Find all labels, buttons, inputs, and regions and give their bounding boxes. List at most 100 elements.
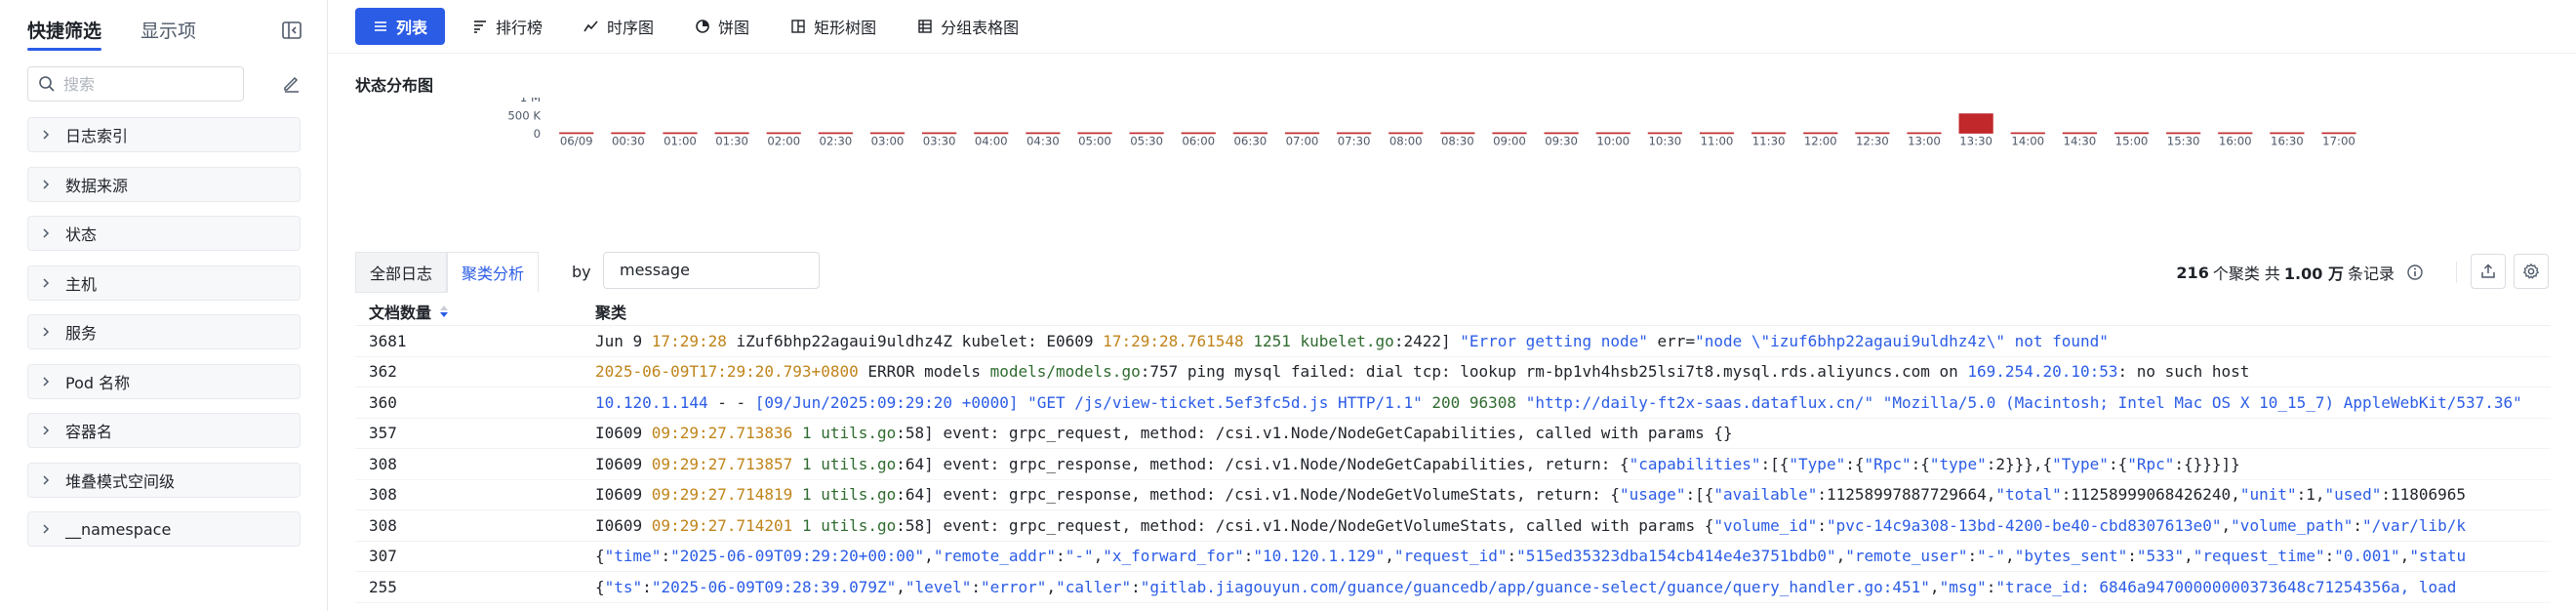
column-doc-count[interactable]: 文档数量: [355, 300, 595, 323]
table-row[interactable]: 360 10.120.1.144 - - [09/Jun/2025:09:29:2…: [355, 387, 2551, 419]
message-segment: [1244, 332, 1254, 350]
cluster-summary: 216 个聚类 共 1.00 万 条记录: [2176, 252, 2424, 293]
status-distribution-chart: 1 M 500 K 0 06/09 00:30 01:00 01:30 02:00 02:30 0…: [328, 98, 2576, 234]
message-segment: ,: [1385, 547, 1394, 566]
edit-icon[interactable]: [281, 72, 302, 94]
record-unit: 条记录: [2347, 265, 2395, 283]
message-segment: :64] event: grpc_response, method: /csi.…: [896, 454, 1630, 473]
filter-item-label: 日志索引: [65, 127, 129, 145]
list-icon: [373, 19, 388, 34]
doc-count-cell: 362: [369, 362, 397, 382]
view-button-ranking[interactable]: 排行榜: [459, 8, 556, 45]
message-segment: "volume_path": [2231, 515, 2354, 535]
message-segment: 1: [801, 454, 812, 473]
view-button-grouped-table[interactable]: 分组表格图: [904, 8, 1032, 45]
x-tick-label: 05:00: [1078, 135, 1111, 148]
filter-item[interactable]: 服务: [27, 314, 301, 349]
chevron-right-icon: [43, 426, 50, 435]
table-row[interactable]: 362 2025-06-09T17:29:20.793+0800 ERROR mo…: [355, 357, 2551, 387]
search-input[interactable]: [63, 74, 229, 94]
x-tick-label: 14:00: [2011, 135, 2044, 148]
filter-item[interactable]: 状态: [27, 216, 301, 251]
table-row[interactable]: 308 I0609 09:29:27.713857 1 utils.go:64] …: [355, 449, 2551, 480]
table-row[interactable]: 255 {"ts":"2025-06-09T09:28:39.079Z","lev…: [355, 572, 2551, 603]
filter-item[interactable]: Pod 名称: [27, 363, 301, 399]
filter-item-label: 主机: [65, 274, 98, 294]
sort-icon[interactable]: [439, 304, 449, 319]
message-segment: I0609: [595, 485, 652, 505]
group-by-field[interactable]: message: [603, 252, 820, 289]
message-segment: "available": [1713, 485, 1818, 505]
table-row[interactable]: 307 {"time":"2025-06-09T09:29:20+00:00","…: [355, 542, 2551, 572]
message-segment: [09/Jun/2025:09:29:20 +0000]: [754, 392, 1019, 412]
table-row[interactable]: 357 I0609 09:29:27.713836 1 utils.go:58] …: [355, 419, 2551, 449]
message-segment: :{}}}]}: [2174, 454, 2240, 473]
x-tick-label: 02:00: [767, 135, 800, 148]
message-segment: ,: [924, 547, 934, 566]
info-icon[interactable]: [2406, 264, 2424, 281]
filter-item[interactable]: __namespace: [27, 511, 301, 547]
message-segment: :1,: [2296, 485, 2325, 505]
message-segment: I0609: [595, 515, 652, 535]
message-segment: "Type": [1789, 454, 1846, 473]
filter-item-label: 状态: [65, 225, 98, 244]
chevron-right-icon: [43, 524, 50, 534]
message-segment: 09:29:27.713836: [651, 424, 793, 443]
filter-item[interactable]: 容器名: [27, 413, 301, 448]
message-segment: :: [1131, 577, 1141, 596]
tab-quick-filter[interactable]: 快捷筛选: [27, 18, 102, 51]
doc-count-cell: 308: [369, 515, 397, 535]
message-segment: [812, 485, 822, 504]
message-segment: :{: [1911, 454, 1930, 473]
export-button[interactable]: [2471, 254, 2506, 289]
message-segment: 1251: [1253, 331, 1291, 350]
grouping-tabs: 全部日志 聚类分析: [355, 252, 540, 293]
table-row[interactable]: 3681 Jun 9 17:29:28 iZuf6bhp22agaui9uldhz…: [355, 326, 2551, 357]
filter-item-label: 服务: [65, 324, 98, 343]
bar[interactable]: [1958, 113, 1993, 134]
message-segment: 17:29:28.761548: [1103, 331, 1244, 350]
view-button-pie[interactable]: 饼图: [681, 8, 763, 45]
message-segment: "msg": [1939, 577, 1987, 596]
message-segment: "caller": [1056, 577, 1132, 596]
view-button-timeseries[interactable]: 时序图: [570, 8, 667, 45]
tab-display-items[interactable]: 显示项: [141, 18, 196, 47]
x-tick-label: 13:00: [1908, 135, 1941, 148]
table-row[interactable]: 308 I0609 09:29:27.714201 1 utils.go:58] …: [355, 510, 2551, 542]
view-button-label: 矩形树图: [814, 19, 877, 37]
message-segment: [1423, 393, 1432, 412]
filter-item[interactable]: 数据来源: [27, 166, 301, 202]
x-tick-label: 08:00: [1389, 135, 1423, 148]
view-button-treemap[interactable]: 矩形树图: [777, 8, 890, 45]
message-segment: :: [1056, 547, 1066, 566]
message-segment: "time": [604, 547, 662, 566]
export-icon: [2481, 264, 2495, 278]
y-tick-label: 1 M: [520, 98, 541, 104]
view-button-list[interactable]: 列表: [355, 8, 446, 45]
message-segment: Jun 9: [595, 331, 652, 350]
message-segment: {: [595, 547, 605, 566]
message-segment: "statu: [2409, 547, 2467, 566]
filter-item[interactable]: 堆叠模式空间级: [27, 462, 301, 498]
grouping-bar: 全部日志 聚类分析 by message 216 个聚类 共 1.00 万 条记…: [355, 252, 2551, 293]
table-row[interactable]: 308 I0609 09:29:27.714819 1 utils.go:64] …: [355, 480, 2551, 510]
message-segment: "/var/lib/k: [2362, 515, 2467, 535]
filter-item[interactable]: 日志索引: [27, 117, 301, 152]
collapse-sidebar-icon[interactable]: [281, 20, 302, 41]
x-tick-label: 04:30: [1026, 135, 1060, 148]
message-segment: ,: [1046, 577, 1057, 596]
message-segment: :: [2127, 547, 2137, 566]
filter-list: 日志索引数据来源状态主机服务 Pod 名称 容器名堆叠模式空间级 __namespac…: [27, 117, 301, 561]
doc-count-cell: 360: [369, 392, 397, 412]
message-segment: "Rpc": [1864, 454, 1912, 473]
doc-count-cell: 307: [369, 547, 397, 566]
view-button-label: 分组表格图: [941, 19, 1020, 37]
message-segment: :58] event: grpc_request, method: /csi.v…: [896, 515, 1714, 535]
message-segment: 1: [801, 515, 812, 535]
settings-button[interactable]: [2514, 254, 2549, 289]
message-segment: "Rpc": [2127, 454, 2175, 473]
tab-all-logs[interactable]: 全部日志: [355, 252, 448, 293]
filter-item[interactable]: 主机: [27, 265, 301, 301]
message-segment: "-": [1977, 547, 2006, 566]
tab-cluster-analysis[interactable]: 聚类分析: [447, 252, 540, 293]
